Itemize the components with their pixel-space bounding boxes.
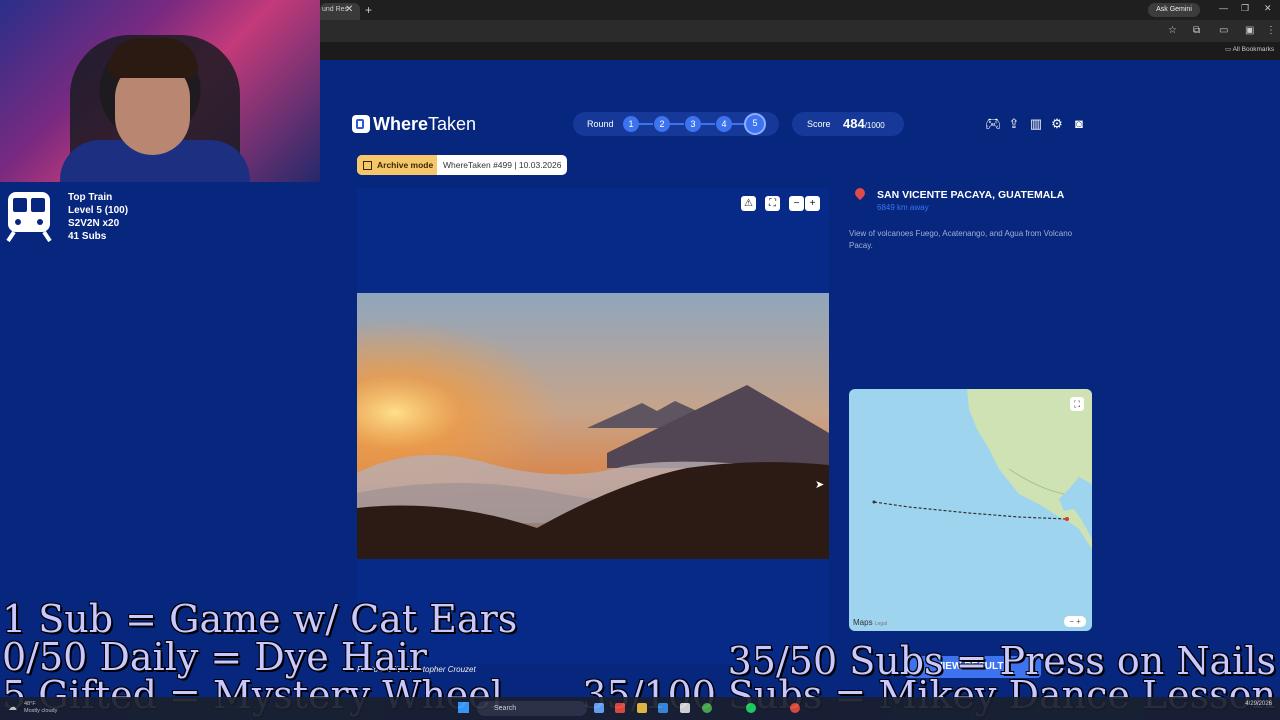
new-tab-icon[interactable]: + (365, 3, 372, 17)
archive-info: WhereTaken #499 | 10.03.2026 (443, 160, 562, 170)
extensions-icon[interactable]: ⧉ (1193, 25, 1200, 36)
train-multiplier: S2V2N x20 (68, 218, 120, 229)
kebab-menu-icon[interactable]: ⋮ (1266, 25, 1276, 36)
obs-icon[interactable] (790, 703, 800, 713)
archive-bar: Archive mode WhereTaken #499 | 10.03.202… (357, 155, 567, 175)
map-canvas (872, 389, 1092, 549)
gamepad-icon[interactable]: 🎮︎ (985, 116, 1002, 132)
fullscreen-icon[interactable]: ⛶ (765, 196, 780, 211)
apple-maps-logo: Maps Legal (853, 618, 887, 627)
round-label: Round (587, 119, 614, 129)
train-subs: 41 Subs (68, 231, 107, 242)
maps-brand: Maps (853, 618, 873, 627)
store-icon[interactable] (680, 703, 690, 713)
star-icon[interactable]: ☆ (1168, 25, 1177, 36)
location-photo[interactable] (357, 293, 829, 559)
round-5-dot[interactable]: 5 (746, 115, 764, 133)
train-title: Top Train (68, 192, 113, 203)
location-name: SAN VICENTE PACAYA, GUATEMALA (877, 189, 1065, 201)
start-icon[interactable] (458, 702, 469, 713)
result-map[interactable]: ⛶ Maps Legal − + (849, 389, 1092, 631)
mouse-cursor-icon: ➤ (815, 479, 825, 491)
round-4-dot[interactable]: 4 (716, 116, 732, 132)
brand-bold: Where (373, 114, 429, 134)
edge-icon[interactable] (658, 703, 668, 713)
explorer-icon[interactable] (637, 703, 647, 713)
weather-temp: 48°F (24, 701, 36, 707)
weather-desc: Mostly cloudy (24, 708, 58, 714)
webcam-overlay (0, 0, 320, 182)
sidepanel-icon[interactable]: ▭ (1219, 25, 1228, 36)
taskbar-search[interactable]: Search (477, 701, 587, 716)
windows-taskbar: ☁ 48°F Mostly cloudy Search 4/29/2026 (0, 697, 1280, 720)
share-icon[interactable]: ⇪ (1006, 116, 1022, 132)
browser-tab[interactable]: und Res (320, 3, 360, 20)
round-1-dot[interactable]: 1 (623, 116, 639, 132)
brand-rest: Taken (428, 114, 477, 134)
wheretaken-logo-icon[interactable] (352, 115, 370, 133)
all-bookmarks-link[interactable]: ▭ All Bookmarks (1225, 45, 1274, 53)
brand-title[interactable]: WhereTaken (373, 114, 476, 135)
score-max: /1000 (864, 121, 885, 130)
taskbar-search-label: Search (494, 705, 517, 712)
weather-icon: ☁ (8, 702, 17, 712)
minimize-icon[interactable]: — (1219, 3, 1228, 13)
clock-date: 4/29/2026 (1245, 701, 1272, 707)
maximize-icon[interactable]: ❐ (1241, 3, 1249, 14)
score-value: 484 (843, 116, 865, 131)
train-level: Level 5 (100) (68, 205, 129, 216)
calendar-icon (363, 161, 372, 170)
zoom-in-icon[interactable]: + (805, 196, 820, 211)
archive-mode-badge[interactable]: Archive mode (357, 155, 437, 175)
maps-legal-link[interactable]: Legal (875, 621, 887, 627)
map-fullscreen-icon[interactable]: ⛶ (1070, 397, 1084, 411)
taskview-icon[interactable] (594, 703, 604, 713)
location-distance: 6849 km away (877, 203, 929, 212)
weather-widget[interactable]: 48°F Mostly cloudy (24, 701, 57, 715)
location-description: View of volcanoes Fuego, Acatenango, and… (849, 229, 1073, 250)
browser-tab-bar: und Res (320, 0, 1280, 20)
profile-icon[interactable]: ▣ (1245, 25, 1254, 36)
score-label: Score (807, 119, 831, 129)
round-3-dot[interactable]: 3 (685, 116, 701, 132)
streamer-hair (108, 38, 198, 78)
map-zoom-control[interactable]: − + (1064, 616, 1086, 627)
account-icon[interactable]: ◙ (1071, 116, 1087, 132)
zoom-out-icon[interactable]: − (789, 196, 804, 211)
bookmarks-bar (320, 42, 1280, 60)
round-indicator: Round 1 2 3 4 5 (573, 112, 779, 136)
chrome-icon[interactable] (702, 703, 712, 713)
app-icon[interactable] (615, 703, 625, 713)
archive-mode-label: Archive mode (377, 160, 434, 170)
system-clock[interactable]: 4/29/2026 (1245, 700, 1272, 708)
score-display: Score 484/1000 (792, 112, 904, 136)
all-bookmarks-label: All Bookmarks (1232, 46, 1275, 53)
train-icon (6, 192, 52, 242)
report-warning-icon[interactable]: ⚠ (741, 196, 756, 211)
address-bar[interactable] (320, 20, 1280, 42)
ask-gemini-button[interactable]: Ask Gemini (1148, 3, 1200, 17)
spotify-icon[interactable] (746, 703, 756, 713)
location-pin-icon (852, 185, 868, 201)
round-2-dot[interactable]: 2 (654, 116, 670, 132)
tab-close-icon[interactable]: ✕ (345, 4, 353, 15)
gear-icon[interactable]: ⚙ (1049, 116, 1065, 132)
stats-icon[interactable]: ▥ (1028, 116, 1044, 132)
window-close-icon[interactable]: ✕ (1264, 3, 1272, 14)
